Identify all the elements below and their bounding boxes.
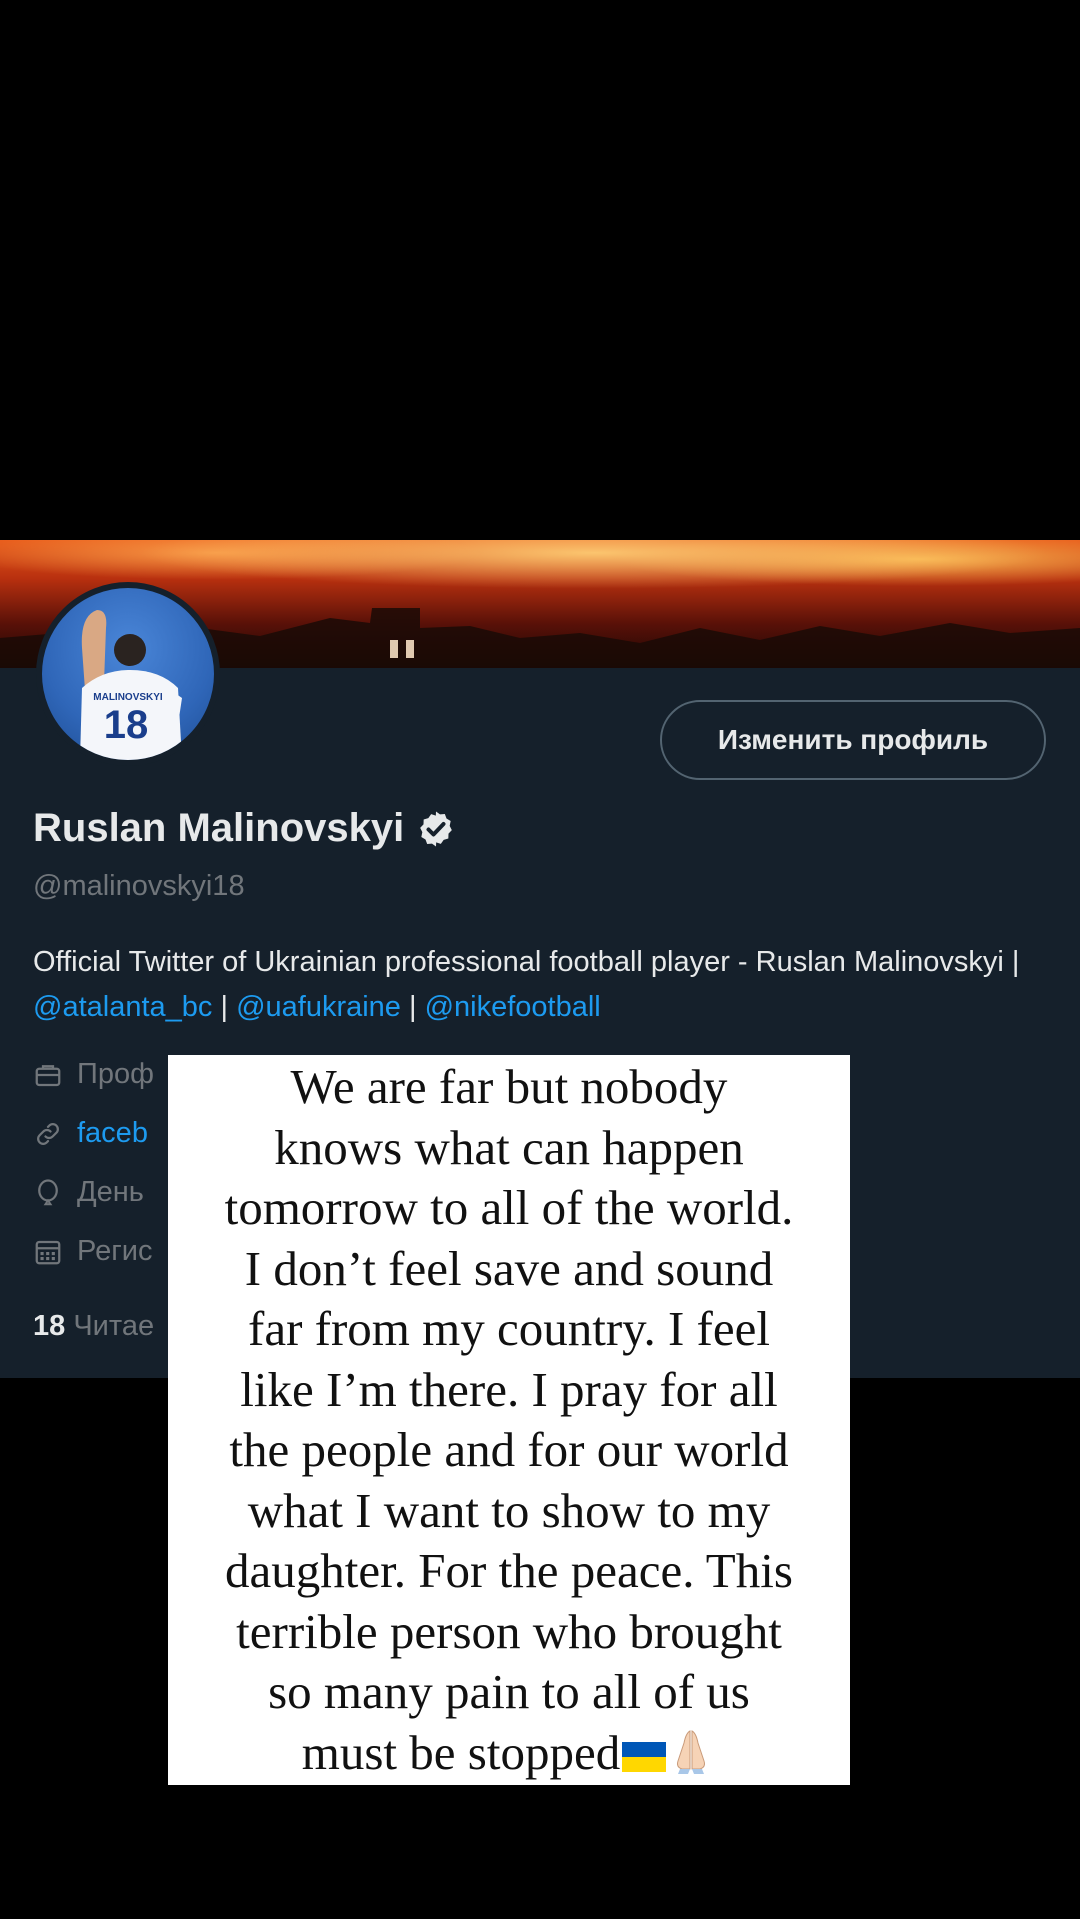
- meta-birthday: День: [33, 1176, 144, 1209]
- following-count[interactable]: 18 Читае: [33, 1310, 154, 1343]
- story-line: tomorrow to all of the world.: [224, 1180, 794, 1235]
- story-line: like I’m there. I pray for all: [240, 1361, 778, 1417]
- story-line: We are far but nobody: [290, 1059, 728, 1114]
- profile-name-text: Ruslan Malinovskyi: [33, 806, 405, 850]
- avatar-jersey-number: 18: [104, 703, 149, 747]
- story-line: daughter. For the peace. This: [225, 1543, 793, 1598]
- story-line: what I want to show to my: [247, 1482, 771, 1538]
- meta-profession-text: Проф: [77, 1058, 154, 1090]
- bio-link-uafukraine[interactable]: @uafukraine: [236, 991, 401, 1023]
- avatar-photo: MALINOVSKYI 18: [80, 610, 182, 760]
- story-line: terrible person who brought: [236, 1603, 782, 1659]
- story-line: so many pain to all of us: [268, 1664, 750, 1719]
- edit-profile-button[interactable]: Изменить профиль: [660, 700, 1046, 780]
- story-line: knows what can happen: [274, 1119, 744, 1175]
- bio-separator: |: [400, 991, 425, 1023]
- profile-handle: @malinovskyi18: [33, 870, 245, 902]
- folded-hands-icon: [677, 1729, 706, 1774]
- meta-joined: Регис: [33, 1235, 152, 1268]
- bio-separator: |: [212, 991, 237, 1023]
- following-number: 18: [33, 1310, 66, 1342]
- profile-bio: Official Twitter of Ukrainian profession…: [33, 940, 1043, 1030]
- meta-profession: Проф: [33, 1058, 154, 1091]
- flag-ukraine-icon: [622, 1742, 667, 1773]
- link-icon: [37, 1122, 59, 1145]
- calendar-icon: [35, 1240, 61, 1264]
- bio-link-nikefootball[interactable]: @nikefootball: [425, 991, 601, 1023]
- meta-website-text[interactable]: faceb: [77, 1117, 148, 1150]
- avatar[interactable]: MALINOVSKYI 18: [36, 582, 220, 766]
- meta-joined-text: Регис: [77, 1235, 153, 1267]
- story-line: I don’t feel save and sound: [244, 1240, 774, 1296]
- story-text: We are far but nobody knows what can hap…: [225, 1057, 794, 1783]
- verified-badge-icon: [420, 811, 453, 846]
- bio-text: Official Twitter of Ukrainian profession…: [33, 946, 1020, 978]
- bio-link-atalanta[interactable]: @atalanta_bc: [33, 991, 212, 1023]
- profile-name: Ruslan Malinovskyi: [33, 806, 456, 851]
- avatar-jersey-name: MALINOVSKYI: [93, 692, 163, 703]
- briefcase-icon: [35, 1064, 61, 1086]
- story-text-card: We are far but nobody knows what can hap…: [168, 1055, 850, 1785]
- meta-birthday-text: День: [77, 1176, 144, 1208]
- following-label: Читае: [73, 1310, 155, 1342]
- meta-website[interactable]: faceb: [33, 1117, 148, 1150]
- story-line-last-text: must be stopped: [301, 1724, 621, 1780]
- story-line: the people and for our world: [229, 1422, 789, 1477]
- balloon-icon: [38, 1178, 58, 1205]
- story-line: far from my country. I feel: [248, 1301, 770, 1356]
- story-line-last: must be stopped: [225, 1723, 794, 1784]
